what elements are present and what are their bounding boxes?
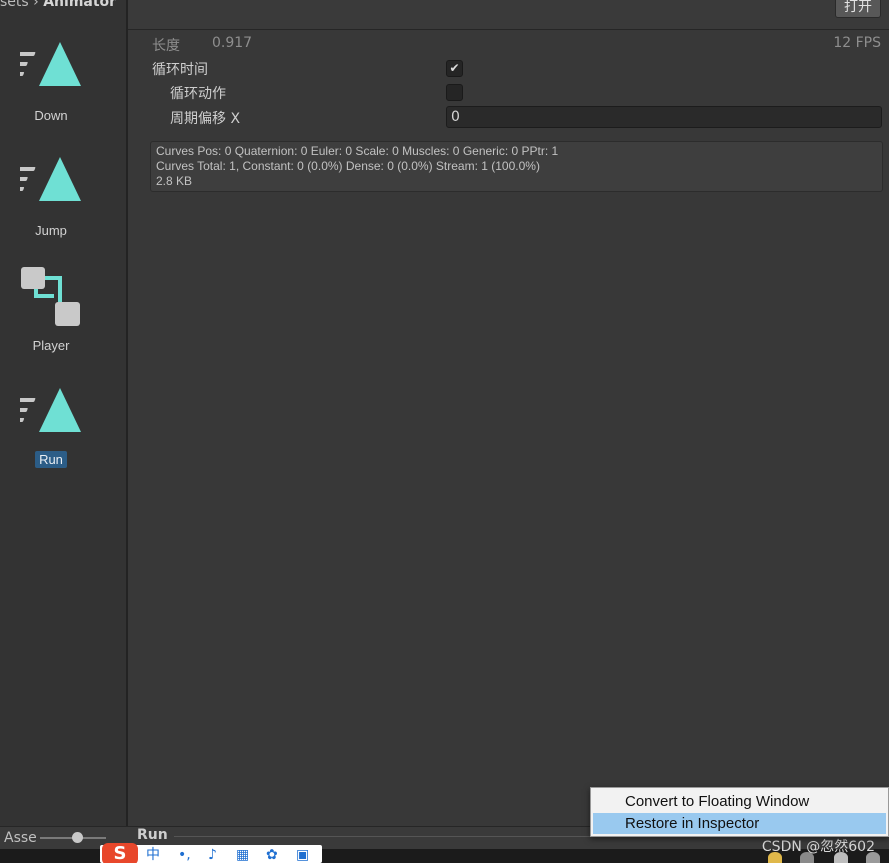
- animation-clip-icon: [20, 42, 81, 86]
- menu-item-convert-floating[interactable]: Convert to Floating Window: [593, 791, 886, 812]
- asset-item-player[interactable]: Player: [0, 266, 102, 356]
- breadcrumb: sets › Animator: [0, 0, 116, 10]
- asset-item-down[interactable]: Down: [0, 40, 102, 125]
- microphone-icon[interactable]: ♪: [208, 847, 217, 863]
- asset-item-jump[interactable]: Jump: [0, 155, 102, 240]
- watermark: CSDN @忽然602: [761, 839, 875, 855]
- ime-toolbar: S 中 •, ♪ ▦ ✿ ▣: [100, 843, 322, 863]
- curves-total-line: Curves Total: 1, Constant: 0 (0.0%) Dens…: [156, 159, 540, 173]
- loop-pose-label: 循环动作: [170, 86, 226, 102]
- asset-path-label: Asse: [4, 830, 37, 846]
- cycle-offset-label: 周期偏移 X: [170, 111, 241, 127]
- asset-label: Down: [34, 108, 68, 123]
- inspector-header: 打开: [128, 0, 889, 30]
- sogou-logo-icon[interactable]: S: [102, 843, 138, 863]
- breadcrumb-separator-icon: ›: [33, 0, 39, 10]
- length-value: 0.917: [212, 35, 253, 51]
- clip-info-box: Curves Pos: 0 Quaternion: 0 Euler: 0 Sca…: [150, 141, 883, 192]
- breadcrumb-current[interactable]: Animator: [43, 0, 116, 10]
- preview-divider: [174, 836, 594, 837]
- asset-label: Player: [32, 338, 70, 353]
- context-menu: Convert to Floating Window Restore in In…: [590, 787, 889, 837]
- skin-icon[interactable]: ✿: [266, 847, 278, 863]
- menu-item-restore-inspector[interactable]: Restore in Inspector: [593, 813, 886, 834]
- preview-title: Run: [137, 827, 168, 843]
- size-line: 2.8 KB: [156, 174, 193, 188]
- panel-divider[interactable]: [126, 0, 128, 863]
- fps-value: 12 FPS: [833, 35, 881, 51]
- length-label: 长度: [152, 38, 180, 54]
- animation-clip-icon: [20, 388, 81, 432]
- toolbox-icon[interactable]: ▣: [296, 847, 309, 863]
- slider-handle[interactable]: [72, 832, 83, 843]
- open-button[interactable]: 打开: [835, 0, 881, 18]
- loop-time-label: 循环时间: [152, 62, 208, 78]
- keyboard-icon[interactable]: ▦: [236, 847, 249, 863]
- asset-item-run[interactable]: Run: [0, 386, 102, 471]
- curves-info-line: Curves Pos: 0 Quaternion: 0 Euler: 0 Sca…: [156, 144, 559, 158]
- animation-clip-icon: [20, 157, 81, 201]
- selected-label: Run: [35, 451, 67, 468]
- asset-label-selected: Run: [0, 451, 102, 468]
- loop-pose-checkbox[interactable]: [446, 84, 463, 101]
- checkmark-icon: ✔: [449, 61, 460, 75]
- cycle-offset-input[interactable]: 0: [446, 106, 882, 128]
- punctuation-icon[interactable]: •,: [178, 847, 191, 863]
- loop-time-checkbox[interactable]: ✔: [446, 60, 463, 77]
- animator-controller-icon: [21, 267, 80, 326]
- asset-label: Jump: [35, 223, 67, 238]
- chinese-mode-icon[interactable]: 中: [146, 847, 160, 863]
- project-panel: sets › Animator Down Jump Player Run: [0, 0, 126, 826]
- breadcrumb-prefix[interactable]: sets: [0, 0, 29, 10]
